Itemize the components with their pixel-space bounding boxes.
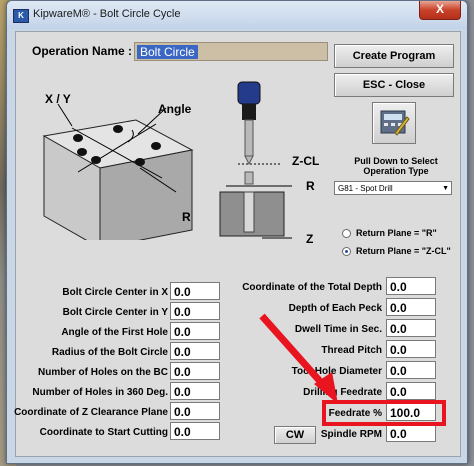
bc-center-x-input[interactable]: 0.0 bbox=[170, 282, 220, 300]
window-title: KipwareM® - Bolt Circle Cycle bbox=[33, 8, 181, 20]
bc-center-y-input[interactable]: 0.0 bbox=[170, 302, 220, 320]
window-close-button[interactable]: X bbox=[419, 1, 461, 20]
dwell-time-input[interactable]: 0.0 bbox=[386, 319, 436, 337]
title-bar[interactable]: K KipwareM® - Bolt Circle Cycle X bbox=[7, 1, 467, 29]
field-label: Radius of the Bolt Circle bbox=[51, 347, 168, 358]
field-label: Coordinate of the Total Depth bbox=[242, 282, 382, 293]
thread-pitch-input[interactable]: 0.0 bbox=[386, 340, 436, 358]
field-label: Number of Holes on the BC bbox=[37, 367, 168, 378]
field-label: Coordinate of Z Clearance Plane bbox=[14, 407, 168, 418]
field-label: Bolt Circle Center in Y bbox=[62, 307, 168, 318]
radius-label: R bbox=[182, 210, 191, 224]
field-label: Coordinate to Start Cutting bbox=[39, 427, 168, 438]
field-label: Spindle RPM bbox=[320, 429, 382, 440]
calculator-icon bbox=[380, 110, 410, 136]
z-clearance-input[interactable]: 0.0 bbox=[170, 402, 220, 420]
bc-radius-input[interactable]: 0.0 bbox=[170, 342, 220, 360]
app-icon: K bbox=[13, 9, 29, 23]
drilling-feedrate-input[interactable]: 0.0 bbox=[386, 382, 436, 400]
operation-name-field[interactable]: Bolt Circle bbox=[134, 42, 328, 61]
z-cl-label: Z-CL bbox=[292, 154, 320, 168]
return-plane-zcl-radio[interactable] bbox=[342, 247, 351, 256]
first-hole-angle-input[interactable]: 0.0 bbox=[170, 322, 220, 340]
holes-on-bc-input[interactable]: 0.0 bbox=[170, 362, 220, 380]
return-plane-r-label: Return Plane = "R" bbox=[356, 228, 437, 238]
holes-in-360-input[interactable]: 0.0 bbox=[170, 382, 220, 400]
operation-name-value: Bolt Circle bbox=[137, 45, 198, 59]
esc-close-button[interactable]: ESC - Close bbox=[334, 73, 454, 97]
create-program-button[interactable]: Create Program bbox=[334, 44, 454, 68]
operation-name-label: Operation Name : bbox=[32, 44, 133, 58]
operation-type-select[interactable]: G81 - Spot Drill ▼ bbox=[334, 181, 452, 195]
r-plane-label: R bbox=[306, 179, 315, 193]
app-window: K KipwareM® - Bolt Circle Cycle X Operat… bbox=[6, 0, 468, 464]
bolt-circle-panel: Operation Name : Bolt Circle Create Prog… bbox=[14, 31, 461, 457]
field-label: Number of Holes in 360 Deg. bbox=[32, 387, 168, 398]
z-depth-label: Z bbox=[306, 232, 314, 246]
chevron-down-icon: ▼ bbox=[442, 185, 449, 192]
start-cutting-input[interactable]: 0.0 bbox=[170, 422, 220, 440]
angle-label: Angle bbox=[158, 102, 192, 116]
xy-label: X / Y bbox=[45, 92, 71, 106]
spindle-rpm-input[interactable]: 0.0 bbox=[386, 424, 436, 442]
operation-type-heading-line1: Pull Down to Select bbox=[354, 156, 438, 166]
return-plane-r-radio[interactable] bbox=[342, 229, 351, 238]
total-depth-input[interactable]: 0.0 bbox=[386, 277, 436, 295]
field-label: Angle of the First Hole bbox=[61, 327, 168, 338]
operation-type-heading-line2: Operation Type bbox=[363, 166, 429, 176]
calculator-button[interactable] bbox=[372, 102, 416, 144]
tool-hole-diameter-input[interactable]: 0.0 bbox=[386, 361, 436, 379]
red-arrow-annotation bbox=[259, 313, 338, 404]
peck-depth-input[interactable]: 0.0 bbox=[386, 298, 436, 316]
return-plane-zcl-label: Return Plane = "Z-CL" bbox=[356, 246, 451, 256]
operation-type-heading: Pull Down to Select Operation Type bbox=[340, 156, 452, 176]
cw-button[interactable]: CW bbox=[274, 426, 316, 444]
field-label: Bolt Circle Center in X bbox=[62, 287, 168, 298]
operation-type-selected: G81 - Spot Drill bbox=[338, 184, 393, 193]
